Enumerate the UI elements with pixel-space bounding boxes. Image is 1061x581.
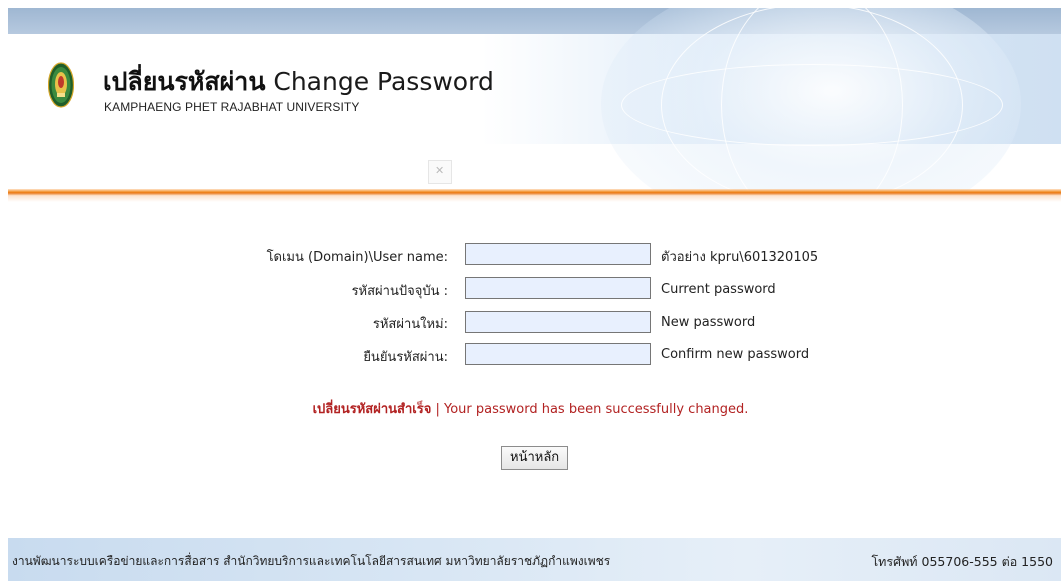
confirm-password-row: ยืนยันรหัสผ่าน:: [150, 342, 448, 368]
new-password-row: รหัสผ่านใหม่:: [150, 309, 448, 335]
orange-divider: [8, 189, 1061, 202]
current-password-hint: Current password: [661, 282, 776, 297]
username-hint: ตัวอย่าง kpru\601320105: [661, 250, 819, 265]
new-password-label: รหัสผ่านใหม่:: [372, 317, 448, 332]
new-password-hint: New password: [661, 315, 756, 330]
confirm-password-input[interactable]: [465, 343, 651, 365]
footer-department: งานพัฒนาระบบเครือข่ายและการสื่อสาร สำนัก…: [12, 554, 611, 568]
username-label: โดเมน (Domain)\User name:: [266, 250, 448, 265]
username-input[interactable]: [465, 243, 651, 265]
globe-decoration: [601, 8, 1021, 192]
footer-phone: โทรศัพท์ 055706-555 ต่อ 1550: [871, 554, 1053, 569]
page-title: เปลี่ยนรหัสผ่าน Change Password: [103, 62, 494, 102]
new-password-input[interactable]: [465, 311, 651, 333]
success-message-english: Your password has been successfully chan…: [443, 402, 749, 417]
success-message-thai: เปลี่ยนรหัสผ่านสำเร็จ: [312, 402, 432, 417]
confirm-password-label: ยืนยันรหัสผ่าน:: [363, 350, 448, 365]
success-message-separator: |: [431, 402, 444, 417]
current-password-label: รหัสผ่านปัจจุบัน :: [351, 284, 448, 299]
success-message: เปลี่ยนรหัสผ่านสำเร็จ | Your password ha…: [0, 398, 1061, 419]
university-name: KAMPHAENG PHET RAJABHAT UNIVERSITY: [104, 100, 360, 114]
username-row: โดเมน (Domain)\User name:: [150, 242, 448, 268]
university-logo: [47, 60, 75, 110]
page-title-english: Change Password: [273, 67, 494, 96]
current-password-row: รหัสผ่านปัจจุบัน :: [150, 276, 448, 302]
broken-image-icon: ✕: [428, 160, 452, 184]
home-button[interactable]: หน้าหลัก: [501, 446, 569, 470]
confirm-password-hint: Confirm new password: [661, 347, 810, 362]
header: เปลี่ยนรหัสผ่าน Change Password KAMPHAEN…: [8, 8, 1061, 192]
page-title-thai: เปลี่ยนรหัสผ่าน: [103, 67, 266, 96]
footer: งานพัฒนาระบบเครือข่ายและการสื่อสาร สำนัก…: [8, 538, 1061, 581]
current-password-input[interactable]: [465, 277, 651, 299]
page: เปลี่ยนรหัสผ่าน Change Password KAMPHAEN…: [0, 0, 1061, 581]
